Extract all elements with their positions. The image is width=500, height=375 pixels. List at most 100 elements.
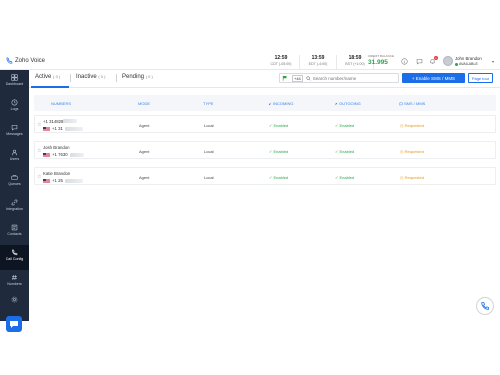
tab-count: ( 0 ) [98, 74, 106, 79]
outgoing-status: ✓ Enabled [335, 175, 355, 180]
sms-icon [399, 102, 403, 106]
number-line: +1 7630 [43, 152, 84, 157]
sidebar-item-queues[interactable]: Queues [0, 170, 29, 195]
chat-launcher-button[interactable] [6, 316, 22, 332]
search-input[interactable] [312, 75, 373, 81]
number-name: Katie Brandon [43, 171, 71, 176]
sidebar-item-users[interactable]: Users [0, 145, 29, 170]
sidebar: Dashboard Logs Messages Users Queues Int… [0, 70, 29, 332]
zoho-voice-logo-icon [6, 57, 13, 64]
sidebar-item-more[interactable] [0, 292, 29, 304]
top-bar: Zoho Voice 12:59 CDT (-05:00) 13:59 EDT … [0, 53, 500, 70]
sms-status: ◷ Requested [400, 123, 424, 128]
tab-divider [70, 74, 71, 82]
tab-count: ( 3 ) [53, 74, 61, 79]
table-row[interactable]: ☆ Josh Brandon +1 7630 Agent Local ✓ Ena… [34, 141, 496, 159]
header-label: TYPE [203, 101, 214, 106]
sidebar-item-contacts[interactable]: Contacts [0, 220, 29, 245]
app-logo[interactable]: Zoho Voice [6, 57, 45, 64]
sms-status-label: Requested [404, 123, 424, 128]
number-name: +1 314828 [43, 119, 78, 124]
world-clocks: 12:59 CDT (-05:00) 13:59 EDT (-4:00) 18:… [263, 55, 374, 69]
row-number: +1 7630 [52, 152, 68, 157]
sidebar-item-label: Users [9, 157, 20, 161]
sidebar-item-integration[interactable]: Integration [0, 195, 29, 220]
table-row[interactable]: ☆ +1 314828 +1 31 Agent Local ✓ Enabled … [34, 115, 496, 133]
tab-active[interactable]: Active ( 3 ) [35, 74, 60, 80]
tab-bar: Active ( 3 ) Inactive ( 0 ) Pending ( 0 … [29, 70, 500, 88]
dialer-button[interactable] [476, 297, 494, 315]
user-name[interactable]: John Brandon [455, 56, 482, 61]
sidebar-item-label: Dashboard [5, 82, 24, 86]
sidebar-item-logs[interactable]: Logs [0, 95, 29, 120]
chevron-down-icon[interactable]: ▾ [492, 59, 494, 64]
number-line: +1 31 [43, 126, 83, 131]
star-icon[interactable]: ☆ [37, 122, 41, 128]
user-status[interactable]: AVAILABLE [455, 62, 478, 66]
user-status-label: AVAILABLE [459, 62, 478, 66]
type-cell: Local [204, 123, 214, 128]
search-icon [306, 75, 311, 81]
star-icon[interactable]: ☆ [37, 148, 41, 154]
sidebar-item-label: Contacts [7, 232, 22, 236]
number-name: Josh Brandon [43, 145, 70, 150]
redacted-text [64, 178, 83, 183]
dashboard-icon [11, 74, 18, 81]
incoming-status: ✓ Enabled [269, 149, 289, 154]
chat-bubble-icon [10, 321, 18, 328]
clock-icon: ◷ [400, 123, 404, 128]
country-code[interactable]: +44 [292, 74, 303, 82]
sidebar-item-label: Call Config [5, 257, 24, 261]
avatar[interactable] [443, 56, 453, 66]
page-tour-button[interactable]: Page tour [468, 73, 493, 83]
numbers-icon [12, 275, 17, 280]
table-header: NUMBERS MODE TYPE INCOMING OUTGOING SMS … [34, 95, 496, 111]
tab-label: Pending [122, 74, 145, 80]
clock-icon: ◷ [400, 149, 404, 154]
country-flag-selector[interactable] [281, 74, 289, 82]
chat-icon[interactable] [416, 58, 423, 65]
users-icon [11, 149, 18, 156]
column-header-type: TYPE [203, 101, 213, 106]
enable-sms-mms-button[interactable]: + Enable SMS / MMS [402, 73, 465, 83]
redacted-text [69, 152, 84, 157]
column-header-numbers: NUMBERS [51, 101, 71, 106]
column-header-mode: MODE [138, 101, 150, 106]
type-cell: Local [204, 149, 214, 154]
sms-status-label: Requested [404, 149, 424, 154]
tab-divider [116, 74, 117, 82]
tab-inactive[interactable]: Inactive ( 0 ) [76, 74, 105, 80]
header-label: NUMBERS [51, 101, 72, 106]
sidebar-item-dashboard[interactable]: Dashboard [0, 70, 29, 95]
column-header-sms-mms: SMS / MMS [399, 101, 425, 106]
messages-icon [11, 125, 18, 131]
sidebar-item-label: Numbers [7, 282, 22, 286]
phone-icon [481, 302, 489, 310]
type-cell: Local [204, 175, 214, 180]
credit-value: 31.995 [368, 59, 388, 66]
sidebar-item-call-config[interactable]: Call Config [0, 245, 29, 270]
tab-label: Inactive [76, 74, 97, 80]
number-line: +1 25 [43, 178, 83, 183]
sidebar-item-label: Integration [6, 207, 23, 211]
us-flag-icon [43, 178, 50, 183]
clock-2: 13:59 EDT (-4:00) [300, 55, 337, 69]
us-flag-icon [43, 152, 50, 157]
tab-pending[interactable]: Pending ( 0 ) [122, 74, 153, 80]
sidebar-item-messages[interactable]: Messages [0, 120, 29, 145]
row-number: +1 31 [52, 126, 63, 131]
star-icon[interactable]: ☆ [37, 174, 41, 180]
app-title: Zoho Voice [15, 57, 46, 64]
info-icon[interactable] [401, 58, 408, 65]
sidebar-item-label: Queues [8, 182, 21, 186]
mode-cell: Agent [139, 149, 150, 154]
call-config-icon [11, 249, 18, 256]
notification-badge: 1 [434, 56, 438, 60]
integration-icon [11, 199, 18, 206]
row-number: +1 25 [52, 178, 63, 183]
column-header-incoming: INCOMING [268, 101, 293, 106]
sidebar-item-label: Logs [10, 107, 19, 111]
table-row[interactable]: ☆ Katie Brandon +1 25 Agent Local ✓ Enab… [34, 167, 496, 185]
sms-status: ◷ Requested [400, 149, 424, 154]
outgoing-call-icon [334, 102, 338, 105]
